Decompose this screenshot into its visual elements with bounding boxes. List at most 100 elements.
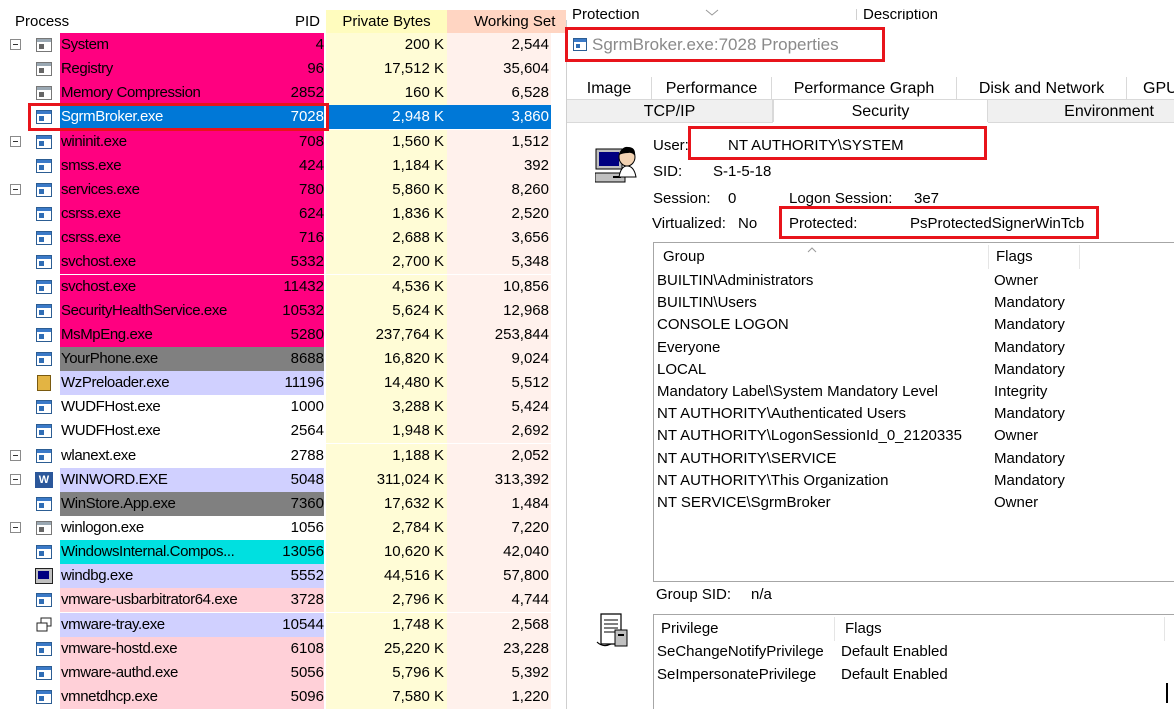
process-row[interactable]: smss.exe 424 1,184 K 392 (0, 153, 566, 178)
tab-disk-and-network[interactable]: Disk and Network (957, 77, 1127, 100)
column-header-pid[interactable]: PID (264, 10, 320, 33)
group-name[interactable]: Mandatory Label\System Mandatory Level (657, 383, 938, 400)
process-row[interactable]: svchost.exe 5332 2,700 K 5,348 (0, 250, 566, 275)
group-name[interactable]: BUILTIN\Administrators (657, 272, 813, 289)
group-name[interactable]: BUILTIN\Users (657, 294, 757, 311)
column-header-working-set[interactable]: Working Set (447, 10, 566, 33)
process-row[interactable]: MsMpEng.exe 5280 237,764 K 253,844 (0, 322, 566, 347)
groups-list[interactable]: Group Flags BUILTIN\Administrators Owner B… (653, 242, 1174, 582)
group-name[interactable]: NT AUTHORITY\Authenticated Users (657, 405, 906, 422)
process-row[interactable]: W WINWORD.EXE 5048 311,024 K 313,392 (0, 467, 566, 492)
process-working-set: 392 (447, 153, 551, 178)
tab-gpu[interactable]: GPU (1127, 77, 1174, 100)
process-row[interactable]: System 4 200 K 2,544 (0, 33, 566, 57)
process-name: svchost.exe (60, 274, 265, 299)
tab-environment[interactable]: Environment (988, 100, 1174, 123)
privileges-list[interactable]: Privilege Flags SeChangeNotifyPrivilege D… (653, 614, 1174, 709)
process-row[interactable]: wlanext.exe 2788 1,188 K 2,052 (0, 443, 566, 468)
privileges-column-privilege[interactable]: Privilege (661, 620, 719, 637)
group-flags[interactable]: Mandatory (994, 472, 1065, 489)
collapse-icon[interactable] (10, 473, 21, 485)
tab-tcpip[interactable]: TCP/IP (567, 100, 773, 123)
process-pid: 1000 (264, 395, 324, 420)
process-row[interactable]: vmware-hostd.exe 6108 25,220 K 23,228 (0, 636, 566, 661)
column-header-private-bytes[interactable]: Private Bytes (326, 10, 447, 33)
collapse-icon[interactable] (10, 39, 21, 50)
process-working-set: 8,260 (447, 177, 551, 202)
group-name[interactable]: LOCAL (657, 361, 706, 378)
group-name[interactable]: NT AUTHORITY\SERVICE (657, 450, 836, 467)
group-flags[interactable]: Mandatory (994, 361, 1065, 378)
properties-dialog: SgrmBroker.exe:7028 Properties Image Per… (566, 20, 1174, 709)
process-name: YourPhone.exe (60, 346, 265, 371)
process-row[interactable]: csrss.exe 624 1,836 K 2,520 (0, 202, 566, 227)
process-row[interactable]: WUDFHost.exe 2564 1,948 K 2,692 (0, 419, 566, 444)
tab-performance-graph[interactable]: Performance Graph (772, 77, 957, 100)
process-row[interactable]: Registry 96 17,512 K 35,604 (0, 57, 566, 82)
process-name: wlanext.exe (60, 443, 265, 468)
tab-image[interactable]: Image (567, 77, 652, 100)
process-private-bytes: 2,948 K (326, 105, 447, 130)
group-flags[interactable]: Mandatory (994, 316, 1065, 333)
privilege-flags[interactable]: Default Enabled (841, 643, 948, 660)
process-name: WUDFHost.exe (60, 419, 265, 444)
process-row[interactable]: WindowsInternal.Compos... 13056 10,620 K 42… (0, 540, 566, 565)
process-row[interactable]: windbg.exe 5552 44,516 K 57,800 (0, 564, 566, 589)
process-name: WINWORD.EXE (60, 467, 265, 492)
process-row[interactable]: WinStore.App.exe 7360 17,632 K 1,484 (0, 491, 566, 516)
process-row[interactable]: csrss.exe 716 2,688 K 3,656 (0, 226, 566, 251)
privilege-name[interactable]: SeChangeNotifyPrivilege (657, 643, 824, 660)
process-row[interactable]: svchost.exe 11432 4,536 K 10,856 (0, 274, 566, 299)
process-row[interactable]: services.exe 780 5,860 K 8,260 (0, 177, 566, 202)
process-pid: 2788 (264, 443, 324, 468)
process-row[interactable]: SgrmBroker.exe 7028 2,948 K 3,860 (0, 105, 566, 130)
process-row[interactable]: wininit.exe 708 1,560 K 1,512 (0, 129, 566, 154)
process-row[interactable]: YourPhone.exe 8688 16,820 K 9,024 (0, 346, 566, 371)
tab-security[interactable]: Security (773, 100, 988, 123)
group-name[interactable]: CONSOLE LOGON (657, 316, 789, 333)
process-row[interactable]: vmnetdhcp.exe 5096 7,580 K 1,220 (0, 685, 566, 709)
process-icon (36, 38, 52, 52)
groups-column-group[interactable]: Group (663, 248, 705, 265)
process-pid: 780 (264, 177, 324, 202)
collapse-icon[interactable] (10, 449, 21, 461)
collapse-icon[interactable] (10, 183, 21, 195)
groups-column-flags[interactable]: Flags (996, 248, 1033, 265)
group-name[interactable]: NT AUTHORITY\This Organization (657, 472, 888, 489)
tab-performance[interactable]: Performance (652, 77, 772, 100)
process-private-bytes: 5,860 K (326, 177, 447, 202)
group-name[interactable]: Everyone (657, 339, 720, 356)
process-row[interactable]: WUDFHost.exe 1000 3,288 K 5,424 (0, 395, 566, 420)
group-name[interactable]: NT SERVICE\SgrmBroker (657, 494, 831, 511)
group-flags[interactable]: Mandatory (994, 339, 1065, 356)
logon-session-label: Logon Session: (789, 190, 893, 207)
process-private-bytes: 200 K (326, 33, 447, 57)
group-flags[interactable]: Integrity (994, 383, 1047, 400)
process-row[interactable]: WzPreloader.exe 11196 14,480 K 5,512 (0, 371, 566, 396)
privilege-name[interactable]: SeImpersonatePrivilege (657, 666, 816, 683)
process-row[interactable]: Memory Compression 2852 160 K 6,528 (0, 81, 566, 106)
virtualized-label: Virtualized: (652, 215, 726, 232)
process-row[interactable]: vmware-authd.exe 5056 5,796 K 5,392 (0, 660, 566, 685)
process-row[interactable]: vmware-tray.exe 10544 1,748 K 2,568 (0, 612, 566, 637)
process-private-bytes: 1,560 K (326, 129, 447, 154)
privilege-flags[interactable]: Default Enabled (841, 666, 948, 683)
group-flags[interactable]: Owner (994, 427, 1038, 444)
group-flags[interactable]: Owner (994, 272, 1038, 289)
process-row[interactable]: vmware-usbarbitrator64.exe 3728 2,796 K 4,7… (0, 588, 566, 613)
process-row[interactable]: SecurityHealthService.exe 10532 5,624 K 12,… (0, 298, 566, 323)
group-flags[interactable]: Mandatory (994, 294, 1065, 311)
column-header-process[interactable]: Process (15, 10, 255, 33)
process-row[interactable]: winlogon.exe 1056 2,784 K 7,220 (0, 516, 566, 540)
collapse-icon[interactable] (10, 135, 21, 147)
collapse-icon[interactable] (10, 522, 21, 533)
process-pid: 1056 (264, 516, 324, 540)
process-private-bytes: 1,184 K (326, 153, 447, 178)
group-flags[interactable]: Owner (994, 494, 1038, 511)
group-name[interactable]: NT AUTHORITY\LogonSessionId_0_2120335 (657, 427, 962, 444)
group-flags[interactable]: Mandatory (994, 450, 1065, 467)
process-icon (36, 665, 52, 680)
group-flags[interactable]: Mandatory (994, 405, 1065, 422)
process-list[interactable]: Process PID Private Bytes Working Set Sy… (0, 0, 566, 709)
privileges-column-flags[interactable]: Flags (845, 620, 882, 637)
